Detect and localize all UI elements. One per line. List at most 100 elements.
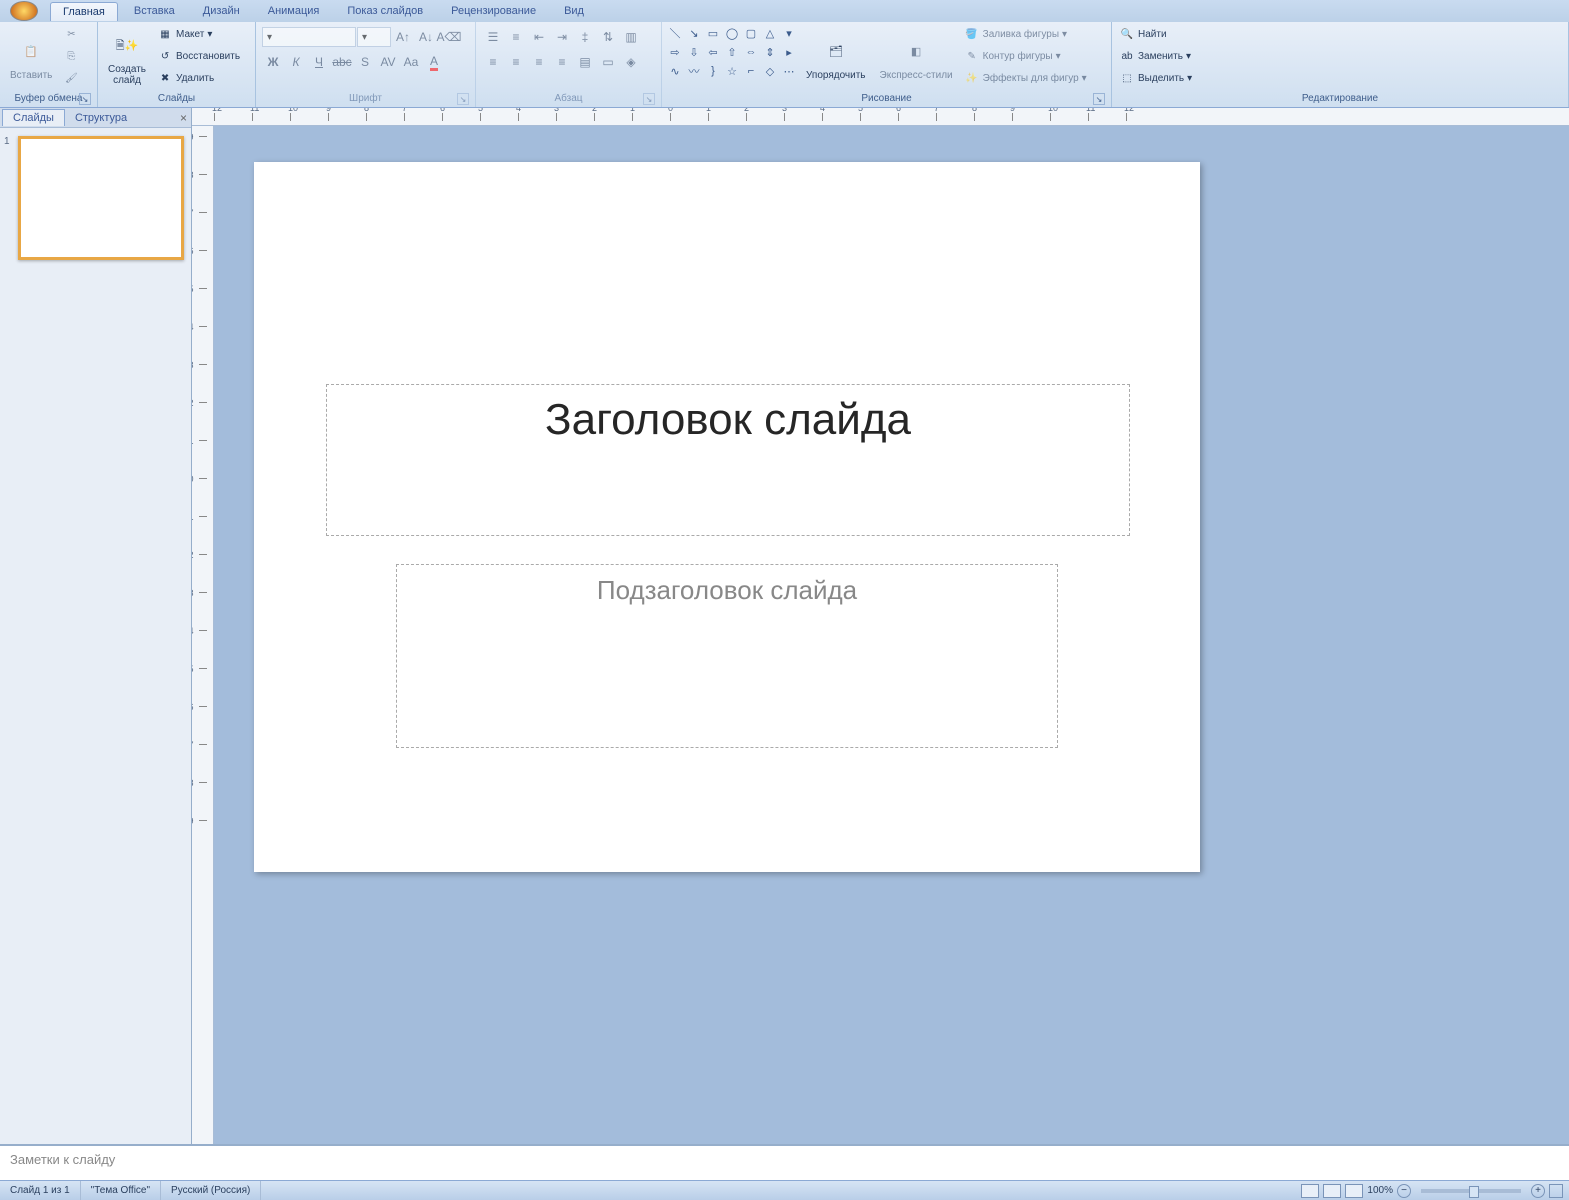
shape-freeform-icon[interactable]: 〰 (685, 62, 703, 80)
align-left-button[interactable]: ≡ (482, 51, 504, 73)
title-placeholder[interactable]: Заголовок слайда (326, 384, 1130, 536)
text-direction-button[interactable]: ⇅ (597, 26, 619, 48)
grow-font-button[interactable]: A↑ (392, 26, 414, 48)
reset-button[interactable]: ↺Восстановить (154, 46, 243, 67)
strikethrough-button[interactable]: abc (331, 51, 353, 73)
zoom-out-button[interactable]: − (1397, 1184, 1411, 1198)
shape-star-icon[interactable]: ☆ (723, 62, 741, 80)
distribute-button[interactable]: ▤ (574, 51, 596, 73)
cut-button[interactable]: ✂ (60, 24, 82, 45)
shape-triangle-icon[interactable]: △ (761, 24, 779, 42)
bullets-button[interactable]: ☰ (482, 26, 504, 48)
shape-roundrect-icon[interactable]: ▢ (742, 24, 760, 42)
columns-button[interactable]: ▥ (620, 26, 642, 48)
slide-canvas[interactable]: Заголовок слайда Подзаголовок слайда (254, 162, 1200, 872)
fit-window-button[interactable] (1549, 1184, 1563, 1198)
copy-button[interactable]: ⎘ (60, 46, 82, 67)
slide-thumbnail[interactable]: 1 (4, 136, 187, 260)
arrange-button[interactable]: 🗂 Упорядочить (800, 24, 872, 92)
tab-design[interactable]: Дизайн (191, 2, 252, 20)
subtitle-placeholder[interactable]: Подзаголовок слайда (396, 564, 1058, 748)
delete-slide-button[interactable]: ✖Удалить (154, 68, 243, 89)
close-panel-button[interactable]: × (180, 111, 187, 125)
tab-review[interactable]: Рецензирование (439, 2, 548, 20)
find-button[interactable]: 🔍Найти (1116, 24, 1195, 45)
tab-view[interactable]: Вид (552, 2, 596, 20)
line-spacing-button[interactable]: ‡ (574, 26, 596, 48)
shape-down-arrow-icon[interactable]: ⇩ (685, 43, 703, 61)
quick-styles-button[interactable]: ◧ Экспресс-стили (874, 24, 959, 92)
font-size-combo[interactable]: ▾ (357, 27, 391, 47)
increase-indent-button[interactable]: ⇥ (551, 26, 573, 48)
replace-button[interactable]: abЗаменить ▾ (1116, 46, 1195, 67)
replace-label: Заменить (1138, 51, 1183, 62)
slides-tab[interactable]: Слайды (2, 109, 65, 126)
change-case-button[interactable]: Aa (400, 51, 422, 73)
font-dialog-launcher[interactable]: ↘ (457, 93, 469, 105)
zoom-slider[interactable] (1421, 1189, 1521, 1193)
paste-button[interactable]: 📋 Вставить (4, 24, 58, 92)
font-name-combo[interactable]: ▾ (262, 27, 356, 47)
shapes-gallery[interactable]: ＼ ↘ ▭ ◯ ▢ △ ▾ ⇨ ⇩ ⇦ ⇧ ⇔ ⇕ ▸ ∿ 〰 } ☆ ⌐ ◇ (666, 24, 798, 80)
shape-outline-button[interactable]: ✎Контур фигуры ▾ (961, 46, 1090, 67)
clear-formatting-button[interactable]: A⌫ (438, 26, 460, 48)
new-slide-icon: 🗎✨ (111, 30, 143, 62)
italic-button[interactable]: К (285, 51, 307, 73)
bold-button[interactable]: Ж (262, 51, 284, 73)
justify-button[interactable]: ≡ (551, 51, 573, 73)
normal-view-button[interactable] (1301, 1184, 1319, 1198)
shape-left-arrow-icon[interactable]: ⇦ (704, 43, 722, 61)
shadow-button[interactable]: S (354, 51, 376, 73)
shape-callout-icon[interactable]: ◇ (761, 62, 779, 80)
align-right-button[interactable]: ≡ (528, 51, 550, 73)
shape-line-icon[interactable]: ＼ (666, 24, 684, 42)
shape-more-icon[interactable]: ▾ (780, 24, 798, 42)
underline-button[interactable]: Ч (308, 51, 330, 73)
align-text-button[interactable]: ▭ (597, 51, 619, 73)
shape-scroll-icon[interactable]: ▸ (780, 43, 798, 61)
shape-rect-icon[interactable]: ▭ (704, 24, 722, 42)
horizontal-ruler[interactable]: 1211109876543210123456789101112 (192, 108, 1569, 126)
paragraph-dialog-launcher[interactable]: ↘ (643, 93, 655, 105)
shape-effects-button[interactable]: ✨Эффекты для фигур ▾ (961, 68, 1090, 89)
tab-home[interactable]: Главная (50, 2, 118, 21)
new-slide-button[interactable]: 🗎✨ Создать слайд (102, 24, 152, 92)
drawing-dialog-launcher[interactable]: ↘ (1093, 93, 1105, 105)
zoom-level: 100% (1367, 1185, 1393, 1196)
layout-button[interactable]: ▦Макет ▾ (154, 24, 243, 45)
notes-pane[interactable]: Заметки к слайду (0, 1144, 1569, 1180)
shape-curve-icon[interactable]: ∿ (666, 62, 684, 80)
numbering-button[interactable]: ≡ (505, 26, 527, 48)
slideshow-view-button[interactable] (1345, 1184, 1363, 1198)
shape-more2-icon[interactable]: ⋯ (780, 62, 798, 80)
reset-label: Восстановить (176, 51, 240, 62)
align-center-button[interactable]: ≡ (505, 51, 527, 73)
vertical-ruler[interactable]: 9876543210123456789 (192, 126, 214, 1144)
tab-insert[interactable]: Вставка (122, 2, 187, 20)
tab-slideshow[interactable]: Показ слайдов (335, 2, 435, 20)
tab-animation[interactable]: Анимация (256, 2, 332, 20)
shape-connector-icon[interactable]: ⌐ (742, 62, 760, 80)
shape-leftright-icon[interactable]: ⇔ (742, 43, 760, 61)
sorter-view-button[interactable] (1323, 1184, 1341, 1198)
shape-fill-button[interactable]: 🪣Заливка фигуры ▾ (961, 24, 1090, 45)
shrink-font-button[interactable]: A↓ (415, 26, 437, 48)
shape-brace-icon[interactable]: } (704, 62, 722, 80)
outline-tab[interactable]: Структура (65, 110, 137, 126)
select-button[interactable]: ⬚Выделить ▾ (1116, 68, 1195, 89)
shape-up-arrow-icon[interactable]: ⇧ (723, 43, 741, 61)
format-painter-button[interactable]: 🖌 (60, 68, 82, 89)
shape-arrow-icon[interactable]: ↘ (685, 24, 703, 42)
clipboard-dialog-launcher[interactable]: ↘ (79, 93, 91, 105)
office-button[interactable] (10, 1, 38, 21)
decrease-indent-button[interactable]: ⇤ (528, 26, 550, 48)
font-color-button[interactable]: A (423, 51, 445, 73)
shape-updown-icon[interactable]: ⇕ (761, 43, 779, 61)
layout-icon: ▦ (157, 27, 173, 43)
convert-smartart-button[interactable]: ◈ (620, 51, 642, 73)
zoom-in-button[interactable]: + (1531, 1184, 1545, 1198)
shape-oval-icon[interactable]: ◯ (723, 24, 741, 42)
status-language[interactable]: Русский (Россия) (161, 1181, 261, 1200)
char-spacing-button[interactable]: AV (377, 51, 399, 73)
shape-right-arrow-icon[interactable]: ⇨ (666, 43, 684, 61)
